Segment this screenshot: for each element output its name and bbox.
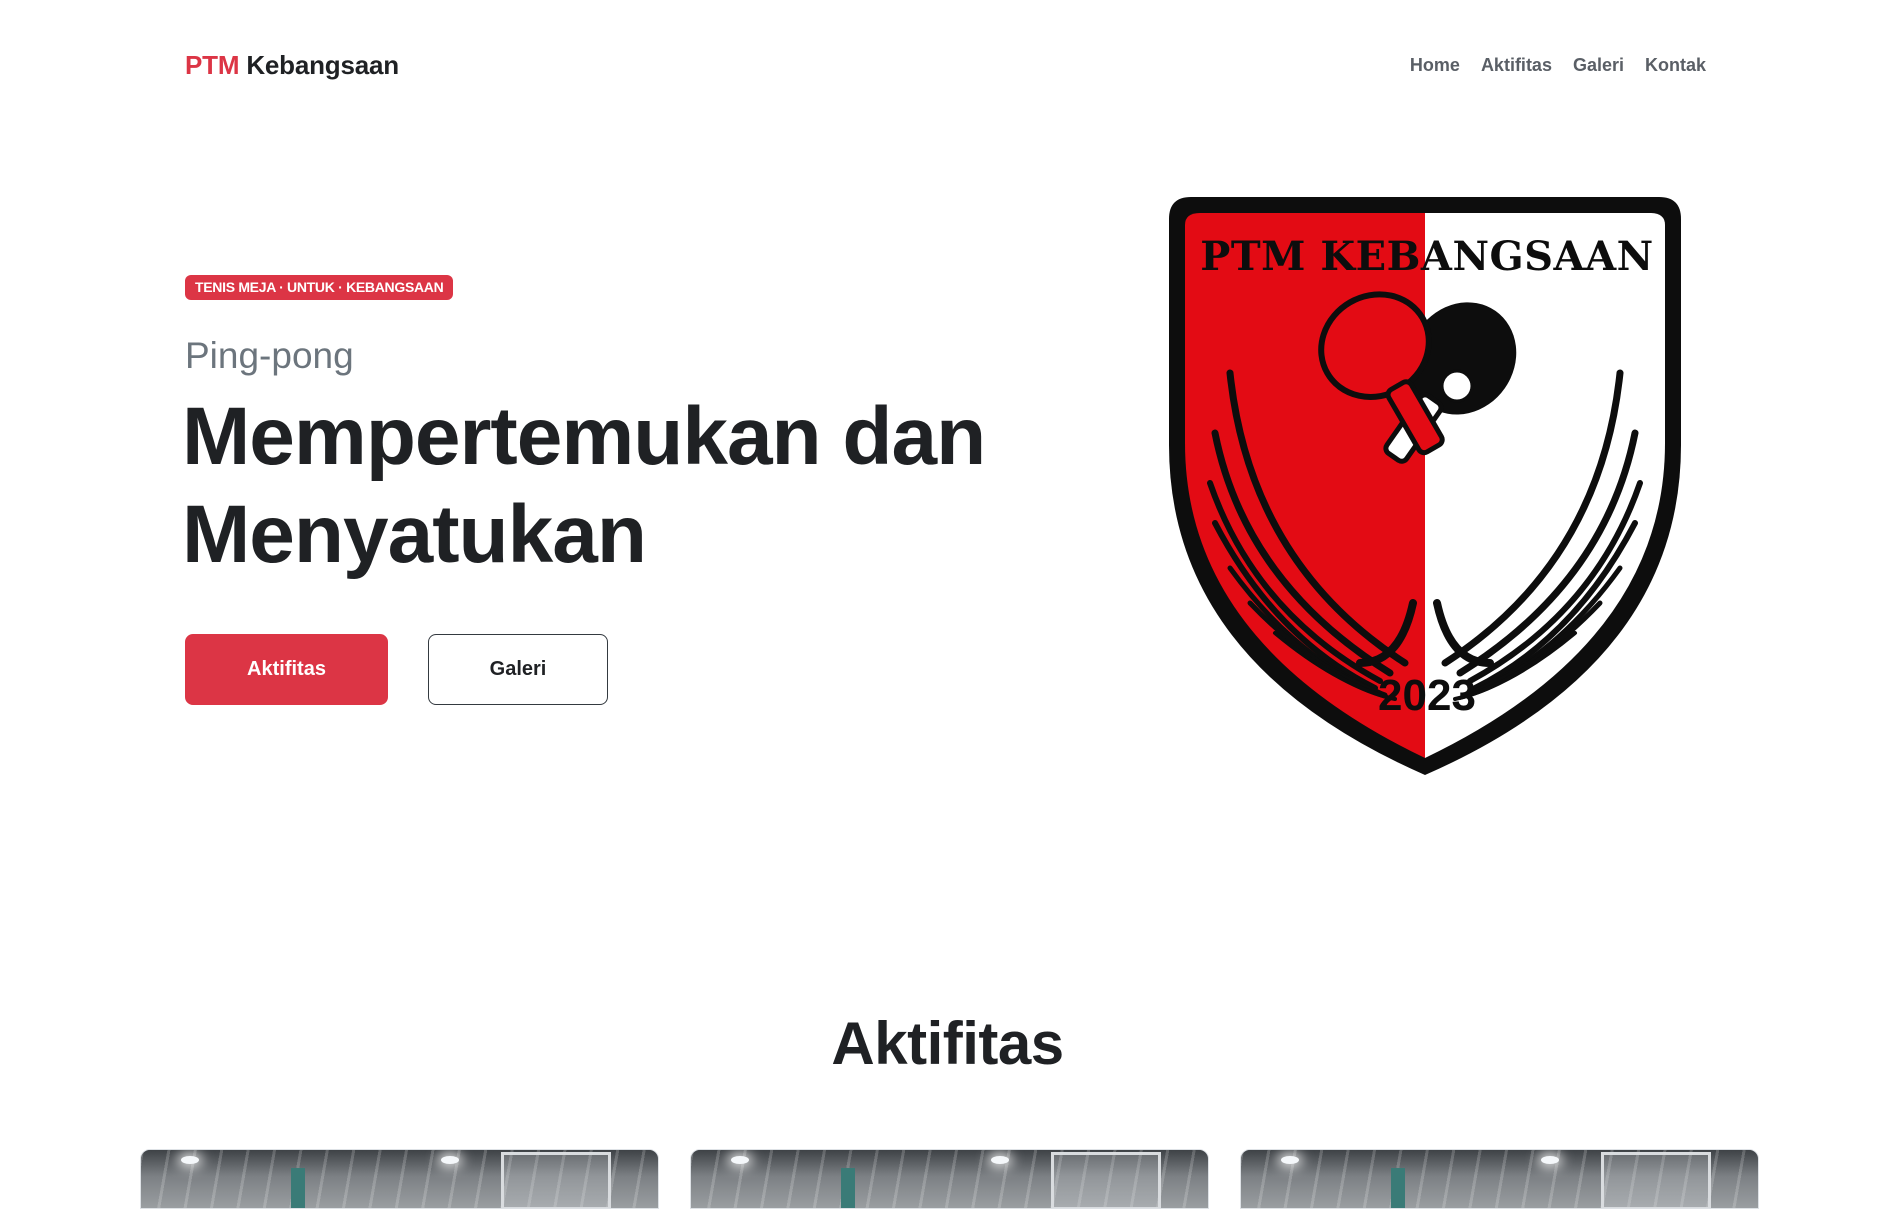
activity-photo [141,1150,658,1208]
navbar: PTM Kebangsaan Home Aktifitas Galeri Kon… [0,0,1895,132]
nav-link-galeri[interactable]: Galeri [1573,54,1624,76]
nav-link-home[interactable]: Home [1410,54,1460,76]
crest-year: 2023 [1378,671,1476,720]
hero-badge: TENIS MEJA · UNTUK · KEBANGSAAN [185,275,454,300]
activity-photo [1241,1150,1758,1208]
crest-title: PTM KEBANGSAAN [1200,233,1653,280]
activity-cards [140,1149,1760,1209]
hero-title-line-2: Menyatukan [182,489,647,580]
nav-link-kontak[interactable]: Kontak [1645,54,1706,76]
brand-name: Kebangsaan [246,50,399,80]
activity-card[interactable] [1240,1149,1759,1209]
galeri-button[interactable]: Galeri [428,634,608,705]
nav-links: Home Aktifitas Galeri Kontak [1410,54,1706,76]
nav-link-aktifitas[interactable]: Aktifitas [1481,54,1552,76]
brand-accent: PTM [185,50,240,80]
activity-photo [691,1150,1208,1208]
aktifitas-button[interactable]: Aktifitas [185,634,388,705]
hero-title: Mempertemukan dan Menyatukan [182,388,1082,584]
hero-title-line-1: Mempertemukan dan [182,391,986,482]
section-title-aktifitas: Aktifitas [831,1010,1064,1077]
club-crest-logo: PTM KEBANGSAAN 2023 [1155,193,1695,783]
activity-card[interactable] [140,1149,659,1209]
crest-svg: PTM KEBANGSAAN 2023 [1169,197,1681,775]
hero-subtitle: Ping-pong [185,335,354,376]
activity-card[interactable] [690,1149,1209,1209]
brand-logo[interactable]: PTM Kebangsaan [185,50,399,80]
